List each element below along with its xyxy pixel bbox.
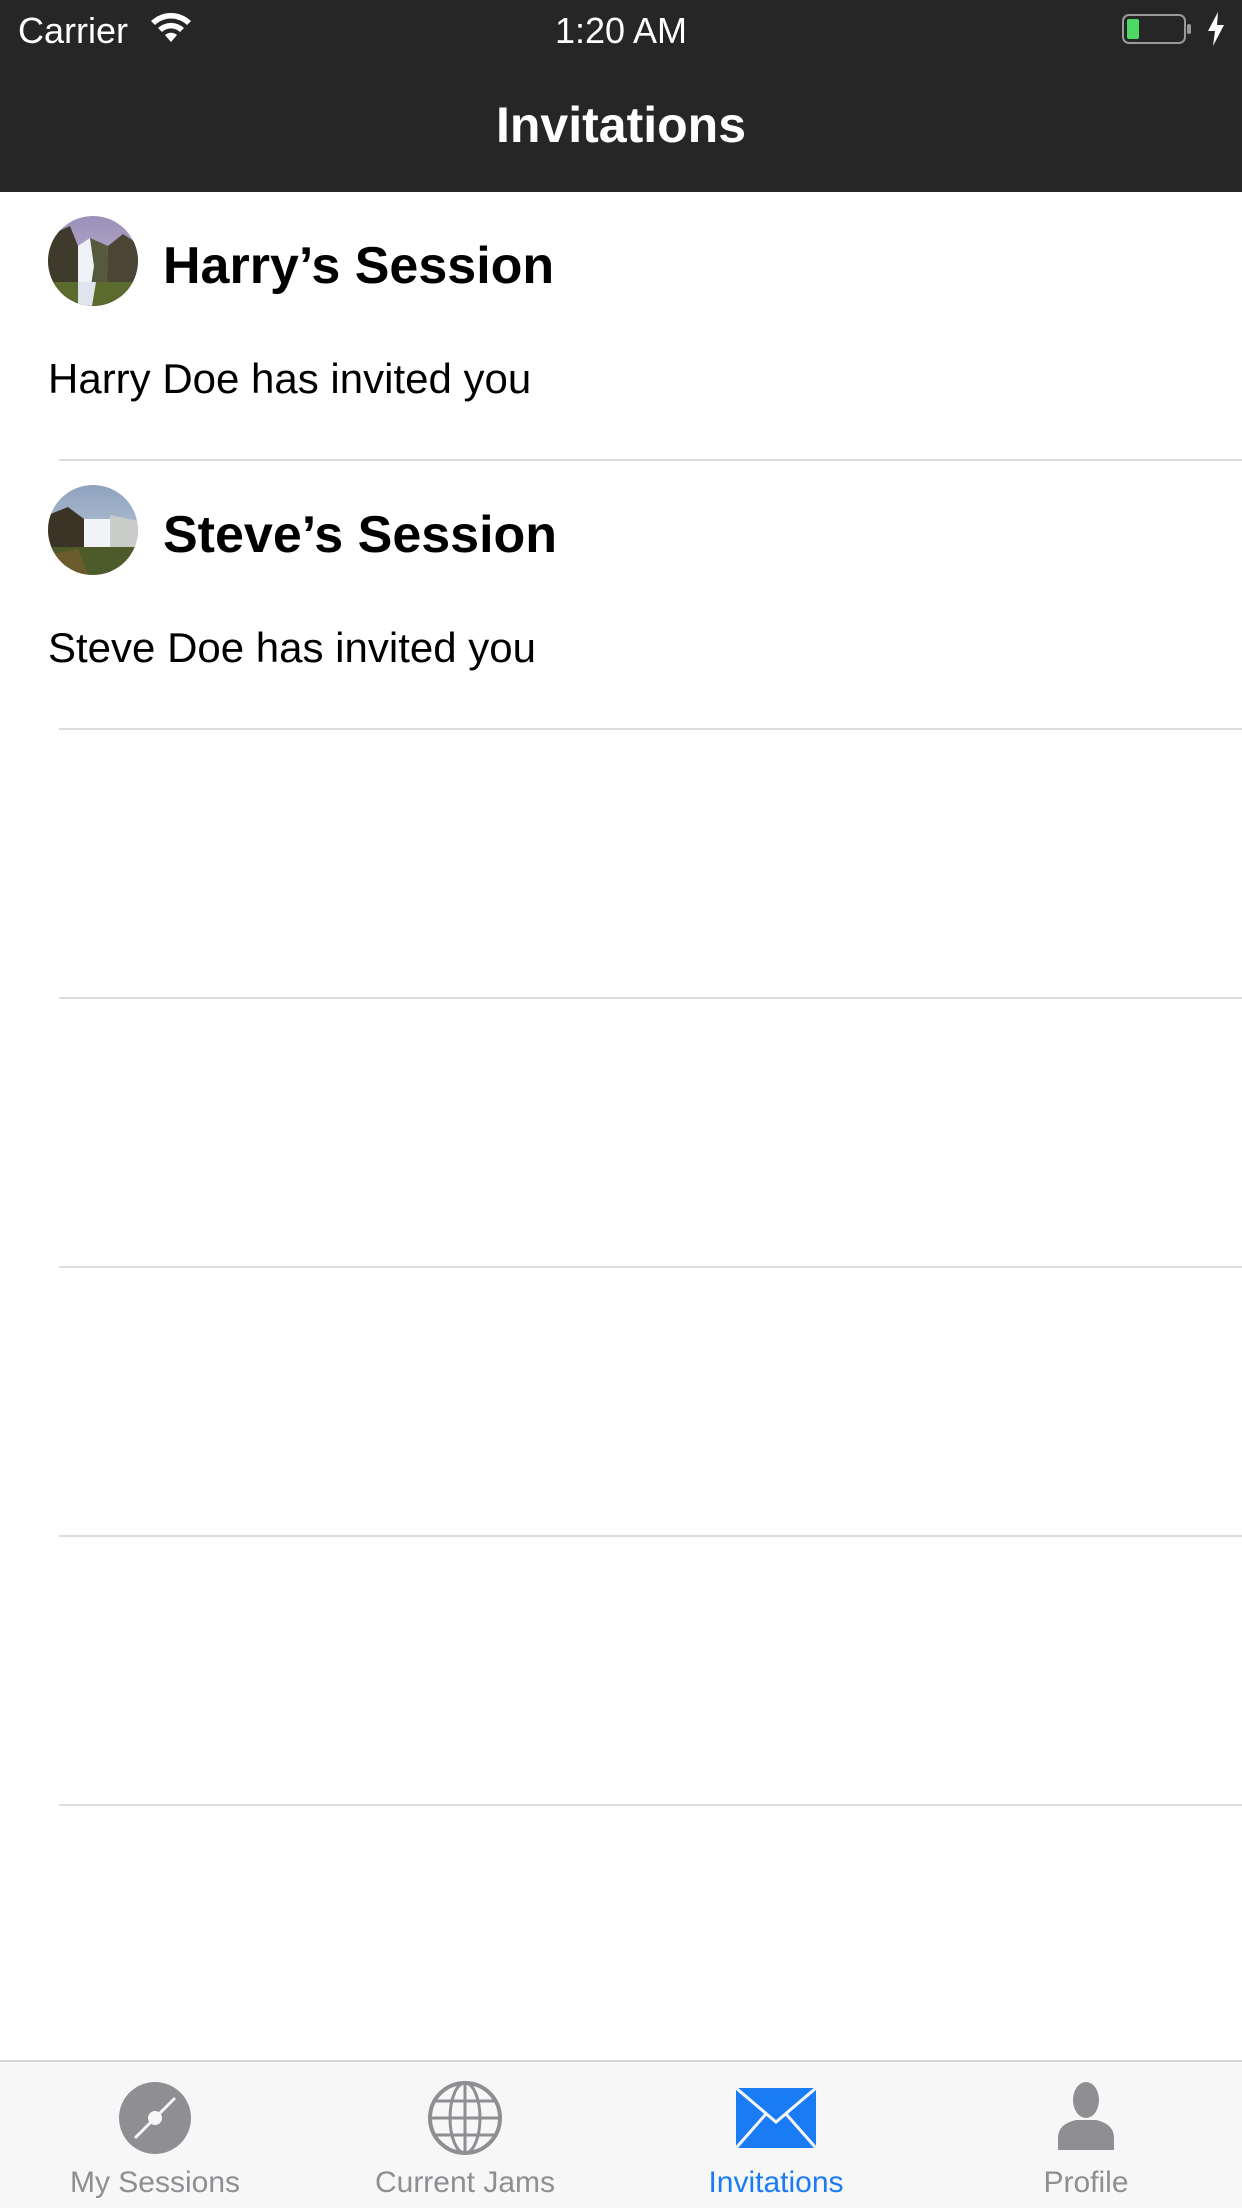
disc-icon	[119, 2082, 191, 2154]
empty-row	[0, 999, 1242, 1268]
waterfall-photo-icon	[48, 216, 138, 306]
tab-profile[interactable]: Profile	[931, 2062, 1241, 2210]
empty-row	[0, 1268, 1242, 1537]
tab-label: My Sessions	[69, 2166, 241, 2199]
invitations-list: Harry’s Session Harry Doe has invited yo…	[0, 192, 1242, 1806]
session-avatar	[48, 485, 138, 575]
tab-invitations[interactable]: Invitations	[621, 2062, 931, 2210]
tab-my-sessions[interactable]: My Sessions	[0, 2062, 310, 2210]
empty-row	[0, 1537, 1242, 1806]
invitation-row[interactable]: Steve’s Session Steve Doe has invited yo…	[0, 461, 1242, 730]
person-icon	[1058, 2082, 1114, 2150]
waterfall-photo-icon	[48, 485, 138, 575]
empty-row	[0, 730, 1242, 999]
charging-bolt-icon	[1208, 12, 1224, 46]
tab-label: Invitations	[708, 2166, 844, 2199]
status-time: 1:20 AM	[554, 10, 688, 51]
session-title: Steve’s Session	[163, 506, 558, 564]
invitation-message: Steve Doe has invited you	[48, 624, 536, 671]
status-bar: Carrier 1:20 AM	[0, 0, 1242, 62]
tab-label: Profile	[1043, 2166, 1129, 2199]
invitation-row[interactable]: Harry’s Session Harry Doe has invited yo…	[0, 192, 1242, 461]
tab-label: Current Jams	[374, 2166, 556, 2199]
session-title: Harry’s Session	[163, 237, 555, 295]
battery-icon	[1122, 14, 1191, 44]
envelope-icon	[736, 2088, 816, 2148]
session-avatar	[48, 216, 138, 306]
globe-icon	[428, 2081, 502, 2155]
navigation-bar: Carrier 1:20 AM Invitations	[0, 0, 1242, 192]
row-separator	[59, 1804, 1242, 1806]
tab-bar: My Sessions Current Jams Invitations Pro…	[0, 2060, 1242, 2208]
page-title: Invitations	[495, 97, 747, 153]
invitation-message: Harry Doe has invited you	[48, 355, 532, 402]
tab-current-jams[interactable]: Current Jams	[310, 2062, 620, 2210]
